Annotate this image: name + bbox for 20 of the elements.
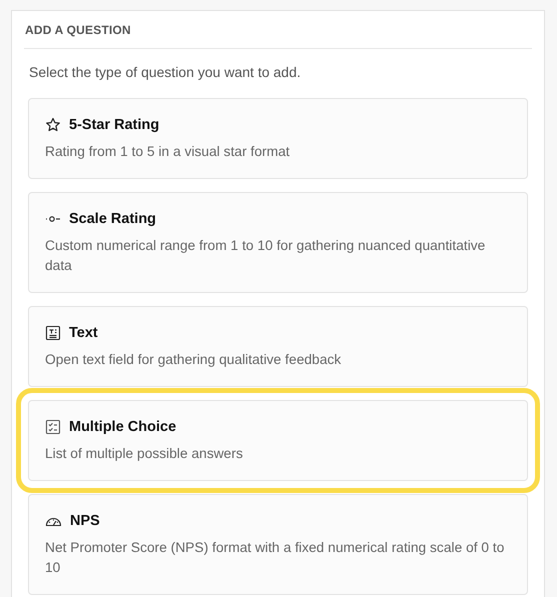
panel-title: ADD A QUESTION [24, 11, 532, 49]
question-type-card[interactable]: Scale Rating Custom numerical range from 1 to 10 for gathering nuanced quantitative data [28, 192, 528, 293]
question-type-title: NPS [70, 513, 100, 529]
question-type-card[interactable]: 5-Star Rating Rating from 1 to 5 in a visual star format [28, 98, 528, 179]
checklist-icon [45, 419, 61, 435]
question-type-title: 5-Star Rating [69, 117, 160, 133]
question-type-title: Multiple Choice [69, 419, 176, 435]
document-icon [45, 325, 61, 341]
question-type-description: Open text field for gathering qualitative feedback [45, 351, 342, 369]
panel-subtitle: Select the type of question you want to add. [28, 63, 302, 80]
star-icon [45, 117, 61, 133]
question-type-description: Net Promoter Score (NPS) format with a fixed numerical rating scale of 0 to 10 [45, 539, 506, 577]
question-type-description: Rating from 1 to 5 in a visual star format [45, 143, 291, 161]
question-type-title: Scale Rating [69, 211, 156, 227]
question-type-card[interactable]: Multiple Choice List of multiple possible answers [28, 400, 528, 481]
question-type-description: Custom numerical range from 1 to 10 for gathering nuanced quantitative data [45, 237, 486, 275]
question-type-card[interactable]: NPS Net Promoter Score (NPS) format with a fixed numerical rating scale of 0 to 10 [28, 494, 528, 595]
question-type-description: List of multiple possible answers [45, 445, 244, 463]
question-type-title: Text [69, 325, 98, 341]
question-type-card[interactable]: Text Open text field for gathering qualitative feedback [28, 306, 528, 387]
